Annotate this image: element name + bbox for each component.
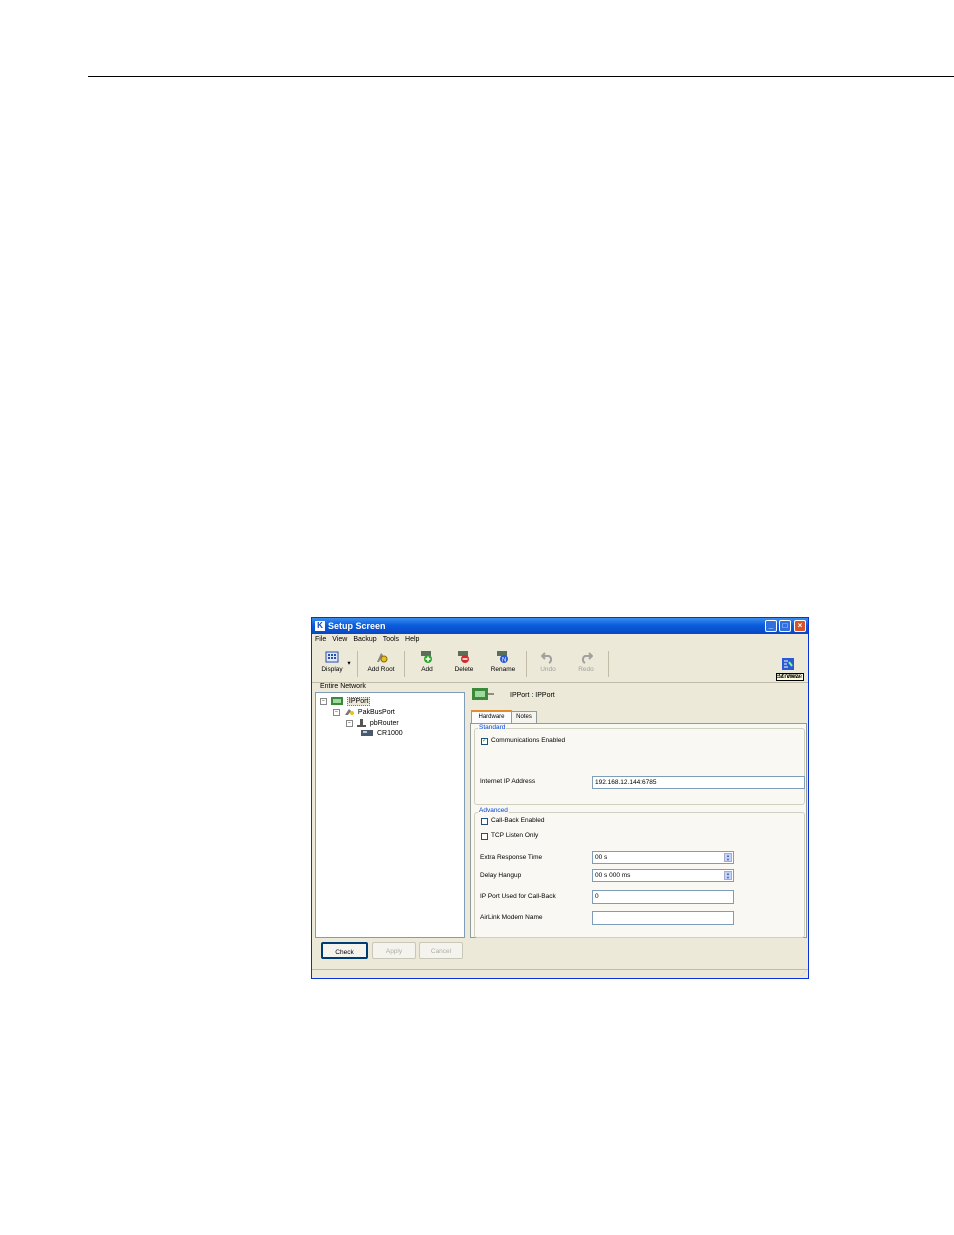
pakbus-port-icon <box>344 709 354 715</box>
delay-hangup-label: Delay Hangup <box>480 872 522 879</box>
display-label: Display <box>321 666 343 673</box>
tree-node-label: pbRouter <box>369 719 399 727</box>
page-header-rule <box>88 76 954 77</box>
check-button[interactable]: Check <box>321 942 368 959</box>
delete-icon <box>458 651 469 663</box>
add-root-button[interactable]: Add Root <box>363 650 399 673</box>
tree-node-label: CR1000 <box>376 730 403 737</box>
undo-label: Undo <box>540 666 556 673</box>
title-bar[interactable]: K Setup Screen _ □ × <box>312 618 808 634</box>
internet-ip-label: Internet IP Address <box>480 778 536 785</box>
delete-label: Delete <box>454 666 474 673</box>
redo-button[interactable]: Redo <box>568 650 604 673</box>
rename-label: Rename <box>490 666 516 673</box>
display-dropdown-arrow-icon[interactable]: ▾ <box>344 659 354 667</box>
communications-enabled-label: Communications Enabled <box>491 737 566 744</box>
add-icon <box>421 651 432 663</box>
toolbar-separator <box>608 651 609 677</box>
add-root-label: Add Root <box>367 666 395 673</box>
delay-hangup-value: 00 s 000 ms <box>595 872 631 879</box>
tab-notes[interactable]: Notes <box>511 711 537 723</box>
menu-view[interactable]: View <box>329 635 350 644</box>
tree-node-label: IPPort <box>346 696 371 706</box>
tree-node-pbrouter[interactable]: − pbRouter <box>346 719 399 727</box>
tcp-listen-label: TCP Listen Only <box>491 832 539 839</box>
ip-port-callback-input[interactable]: 0 <box>592 890 734 904</box>
hardware-pane: Standard ✓ Communications Enabled Intern… <box>470 723 807 938</box>
device-header: IPPort : IPPort <box>470 684 807 708</box>
rename-button[interactable]: N Rename <box>485 650 521 673</box>
extra-response-label: Extra Response Time <box>480 854 543 861</box>
menu-help[interactable]: Help <box>402 635 422 644</box>
tree-node-cr1000[interactable]: CR1000 <box>361 730 403 737</box>
spinner-icon[interactable]: ▲ ▼ <box>724 853 732 862</box>
close-button[interactable]: × <box>794 620 806 632</box>
tree-node-pakbusport[interactable]: − PakBusPort <box>333 708 395 716</box>
call-back-checkbox[interactable] <box>481 818 488 825</box>
extra-response-value: 00 s <box>595 854 608 861</box>
ip-port-icon <box>330 697 343 705</box>
rename-icon: N <box>497 651 508 664</box>
minimize-button[interactable]: _ <box>765 620 777 632</box>
add-label: Add <box>421 666 433 673</box>
toolbar: Display ▾ Add Root Add Delete N Rename U… <box>312 647 808 683</box>
tree-node-ipport[interactable]: − IPPort <box>320 696 371 706</box>
display-icon <box>325 651 339 663</box>
undo-icon <box>541 652 553 664</box>
internet-ip-input[interactable]: 192.168.12.144:6785 <box>592 776 805 789</box>
standard-group-title: Standard <box>478 724 507 731</box>
status-bar: ⋰ <box>312 969 808 978</box>
redo-label: Redo <box>578 666 594 673</box>
redo-icon <box>581 652 593 664</box>
ez-view-button[interactable]: EZ View <box>770 657 806 680</box>
advanced-group-title: Advanced <box>478 807 509 814</box>
menu-backup[interactable]: Backup <box>350 635 379 644</box>
setup-screen-window: K Setup Screen _ □ × File View Backup Tools… <box>311 617 809 979</box>
device-label: IPPort : IPPort <box>510 692 555 699</box>
maximize-button[interactable]: □ <box>779 620 791 632</box>
add-root-icon <box>377 653 388 663</box>
menu-file[interactable]: File <box>312 635 329 644</box>
airlink-modem-label: AirLink Modem Name <box>480 914 543 921</box>
delay-hangup-input[interactable]: 00 s 000 ms ▲ ▼ <box>592 869 734 882</box>
collapse-icon[interactable]: − <box>346 719 353 727</box>
window-title: Setup Screen <box>328 621 386 631</box>
router-icon <box>356 719 366 727</box>
app-icon: K <box>315 621 325 631</box>
ez-view-icon <box>782 658 794 670</box>
tcp-listen-checkbox[interactable] <box>481 833 488 840</box>
toolbar-separator <box>357 651 358 677</box>
ip-port-icon <box>472 688 494 700</box>
undo-button[interactable]: Undo <box>530 650 566 673</box>
menu-tools[interactable]: Tools <box>380 635 402 644</box>
collapse-icon[interactable]: − <box>333 708 340 716</box>
menu-bar: File View Backup Tools Help <box>312 635 808 646</box>
extra-response-input[interactable]: 00 s ▲ ▼ <box>592 851 734 864</box>
toolbar-separator <box>526 651 527 677</box>
add-button[interactable]: Add <box>409 650 445 673</box>
apply-button[interactable]: Apply <box>372 942 416 959</box>
tree-node-label: PakBusPort <box>357 708 395 716</box>
spinner-icon[interactable]: ▲ ▼ <box>724 871 732 880</box>
cancel-button[interactable]: Cancel <box>419 942 463 959</box>
collapse-icon[interactable]: − <box>320 697 327 705</box>
delete-button[interactable]: Delete <box>446 650 482 673</box>
tree-header: Entire Network <box>320 683 366 690</box>
datalogger-icon <box>361 730 373 737</box>
toolbar-separator <box>404 651 405 677</box>
airlink-modem-input[interactable] <box>592 911 734 925</box>
resize-grip-icon[interactable]: ⋰ <box>801 971 806 977</box>
communications-enabled-checkbox[interactable]: ✓ <box>481 738 488 745</box>
network-tree[interactable]: − IPPort − PakBusPort − pbRouter CR1000 <box>315 692 465 938</box>
ez-view-label: EZ View <box>775 673 801 680</box>
call-back-label: Call-Back Enabled <box>491 817 545 824</box>
tab-hardware[interactable]: Hardware <box>471 710 512 724</box>
ip-port-callback-label: IP Port Used for Call-Back <box>480 893 556 900</box>
svg-text:N: N <box>502 658 506 664</box>
